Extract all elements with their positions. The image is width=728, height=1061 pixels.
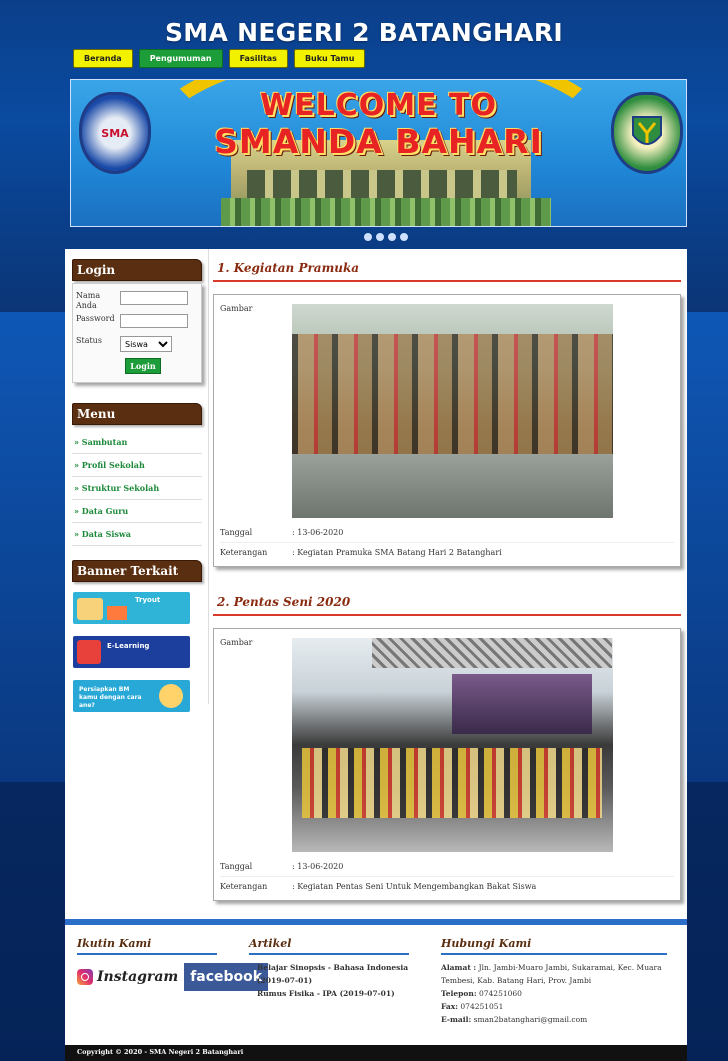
stage-backdrop (452, 674, 592, 734)
site-title: SMA NEGERI 2 BATANGHARI (165, 18, 563, 47)
artikel-item[interactable]: Belajar Sinopsis - Bahasa Indonesia (201… (249, 961, 409, 987)
password-label: Password (76, 314, 115, 323)
post-image-pentas-seni (292, 638, 613, 852)
content-area: 1. Kegiatan Pramuka Gambar Tanggal : 13-… (213, 259, 681, 901)
logo-text: SMA (101, 126, 129, 140)
instagram-text: Instagram (97, 969, 179, 985)
keterangan-value: : Kegiatan Pramuka SMA Batang Hari 2 Bat… (292, 548, 502, 557)
group-photo (221, 198, 551, 226)
ground (292, 454, 613, 518)
slider-dot[interactable] (400, 233, 408, 241)
tanggal-label: Tanggal (220, 528, 253, 537)
tile-text: E-Learning (107, 642, 150, 650)
login-header: Login (72, 259, 202, 281)
nav-pengumuman[interactable]: Pengumuman (138, 49, 223, 68)
post-title[interactable]: 1. Kegiatan Pramuka (213, 259, 681, 282)
keterangan-label: Keterangan (220, 548, 268, 557)
name-label: Nama Anda (76, 291, 101, 310)
sidebar: Login Nama Anda Password Status Siswa Lo… (72, 259, 202, 724)
telepon-value: 074251060 (478, 989, 522, 998)
contact-email: E-mail: sman2batanghari@gmail.com (441, 1013, 667, 1026)
hubungi-title: Hubungi Kami (441, 937, 667, 955)
slider-dots (364, 233, 408, 241)
footer-artikel: Artikel Belajar Sinopsis - Bahasa Indone… (249, 937, 409, 1000)
instagram-link[interactable]: Instagram (77, 969, 178, 985)
copyright: Copyright © 2020 - SMA Negeri 2 Batangha… (65, 1045, 687, 1061)
dancers (302, 748, 602, 818)
contact-fax: Fax: 074251051 (441, 1000, 667, 1013)
banner-tile-tryout[interactable]: Tryout (73, 592, 190, 624)
artikel-title: Artikel (249, 937, 409, 955)
nav-fasilitas[interactable]: Fasilitas (228, 49, 288, 68)
emblem-icon (632, 116, 662, 145)
password-input[interactable] (120, 314, 188, 328)
email-value[interactable]: sman2batanghari@gmail.com (474, 1015, 588, 1024)
banner-tile-persiapan[interactable]: Persiapkan BM kamu dengan cara ane? (73, 680, 190, 712)
stage-truss (372, 638, 612, 668)
post-image-pramuka (292, 304, 613, 518)
footer-follow: Ikutin Kami Instagram facebook (77, 937, 269, 991)
tile-text: Persiapkan BM kamu dengan cara ane? (79, 686, 142, 709)
banner-tile-e-learning[interactable]: E-Learning (73, 636, 190, 668)
school-logo-left: SMA (79, 92, 151, 174)
tanggal-value: : 13-06-2020 (292, 862, 344, 871)
fax-value: 074251051 (460, 1002, 504, 1011)
instagram-icon (77, 969, 93, 985)
main-page: Login Nama Anda Password Status Siswa Lo… (65, 249, 687, 919)
menu-header: Menu (72, 403, 202, 425)
name-input[interactable] (120, 291, 188, 305)
tile-illustration (77, 598, 103, 620)
header-banner: WELCOME TO SMANDA BAHARI SMA (70, 79, 687, 227)
follow-title: Ikutin Kami (77, 937, 217, 955)
login-form: Nama Anda Password Status Siswa Login (72, 283, 202, 383)
nav-buku-tamu[interactable]: Buku Tamu (293, 49, 366, 68)
tanggal-value: : 13-06-2020 (292, 528, 344, 537)
post-card: Gambar Tanggal : 13-06-2020 Keterangan :… (213, 628, 681, 901)
keterangan-label: Keterangan (220, 882, 268, 891)
slider-dot[interactable] (376, 233, 384, 241)
post-card: Gambar Tanggal : 13-06-2020 Keterangan :… (213, 294, 681, 567)
menu-item-profil-sekolah[interactable]: » Profil Sekolah (72, 454, 202, 477)
slider-dot[interactable] (388, 233, 396, 241)
social-links: Instagram facebook (77, 963, 269, 991)
alamat-label: Alamat : (441, 963, 477, 972)
school-logo-right (611, 92, 683, 174)
artikel-item[interactable]: Rumus Fisika - IPA (2019-07-01) (249, 987, 409, 1000)
footer: Ikutin Kami Instagram facebook Artikel B… (65, 925, 687, 1045)
email-label: E-mail: (441, 1015, 472, 1024)
tile-illustration (159, 684, 183, 708)
column-divider (208, 249, 209, 704)
menu-item-data-guru[interactable]: » Data Guru (72, 500, 202, 523)
scouts-figures (292, 334, 613, 454)
menu-list: » Sambutan » Profil Sekolah » Struktur S… (72, 431, 202, 546)
menu-item-struktur-sekolah[interactable]: » Struktur Sekolah (72, 477, 202, 500)
menu-item-sambutan[interactable]: » Sambutan (72, 431, 202, 454)
slider-dot[interactable] (364, 233, 372, 241)
top-nav: Beranda Pengumuman Fasilitas Buku Tamu (73, 49, 366, 68)
menu-item-data-siswa[interactable]: » Data Siswa (72, 523, 202, 546)
keterangan-value: : Kegiatan Pentas Seni Untuk Mengembangk… (292, 882, 537, 891)
status-label: Status (76, 336, 102, 345)
contact-address: Alamat : Jln. Jambi-Muaro Jambi, Sukaram… (441, 961, 667, 987)
tile-illustration (107, 606, 127, 620)
nav-beranda[interactable]: Beranda (73, 49, 133, 68)
gambar-label: Gambar (220, 638, 253, 647)
post-title[interactable]: 2. Pentas Seni 2020 (213, 593, 681, 616)
banner-line-1: WELCOME TO (260, 88, 497, 123)
tile-illustration (77, 640, 101, 664)
login-button[interactable]: Login (125, 358, 161, 374)
footer-contact: Hubungi Kami Alamat : Jln. Jambi-Muaro J… (441, 937, 667, 1026)
gambar-label: Gambar (220, 304, 253, 313)
contact-phone: Telepon: 074251060 (441, 987, 667, 1000)
tile-text: Tryout (135, 596, 161, 604)
tanggal-label: Tanggal (220, 862, 253, 871)
telepon-label: Telepon: (441, 989, 477, 998)
building-windows (247, 170, 517, 200)
banner-header: Banner Terkait (72, 560, 202, 582)
banner-line-2: SMANDA BAHARI (214, 122, 543, 161)
status-select[interactable]: Siswa (120, 336, 172, 352)
fax-label: Fax: (441, 1002, 459, 1011)
